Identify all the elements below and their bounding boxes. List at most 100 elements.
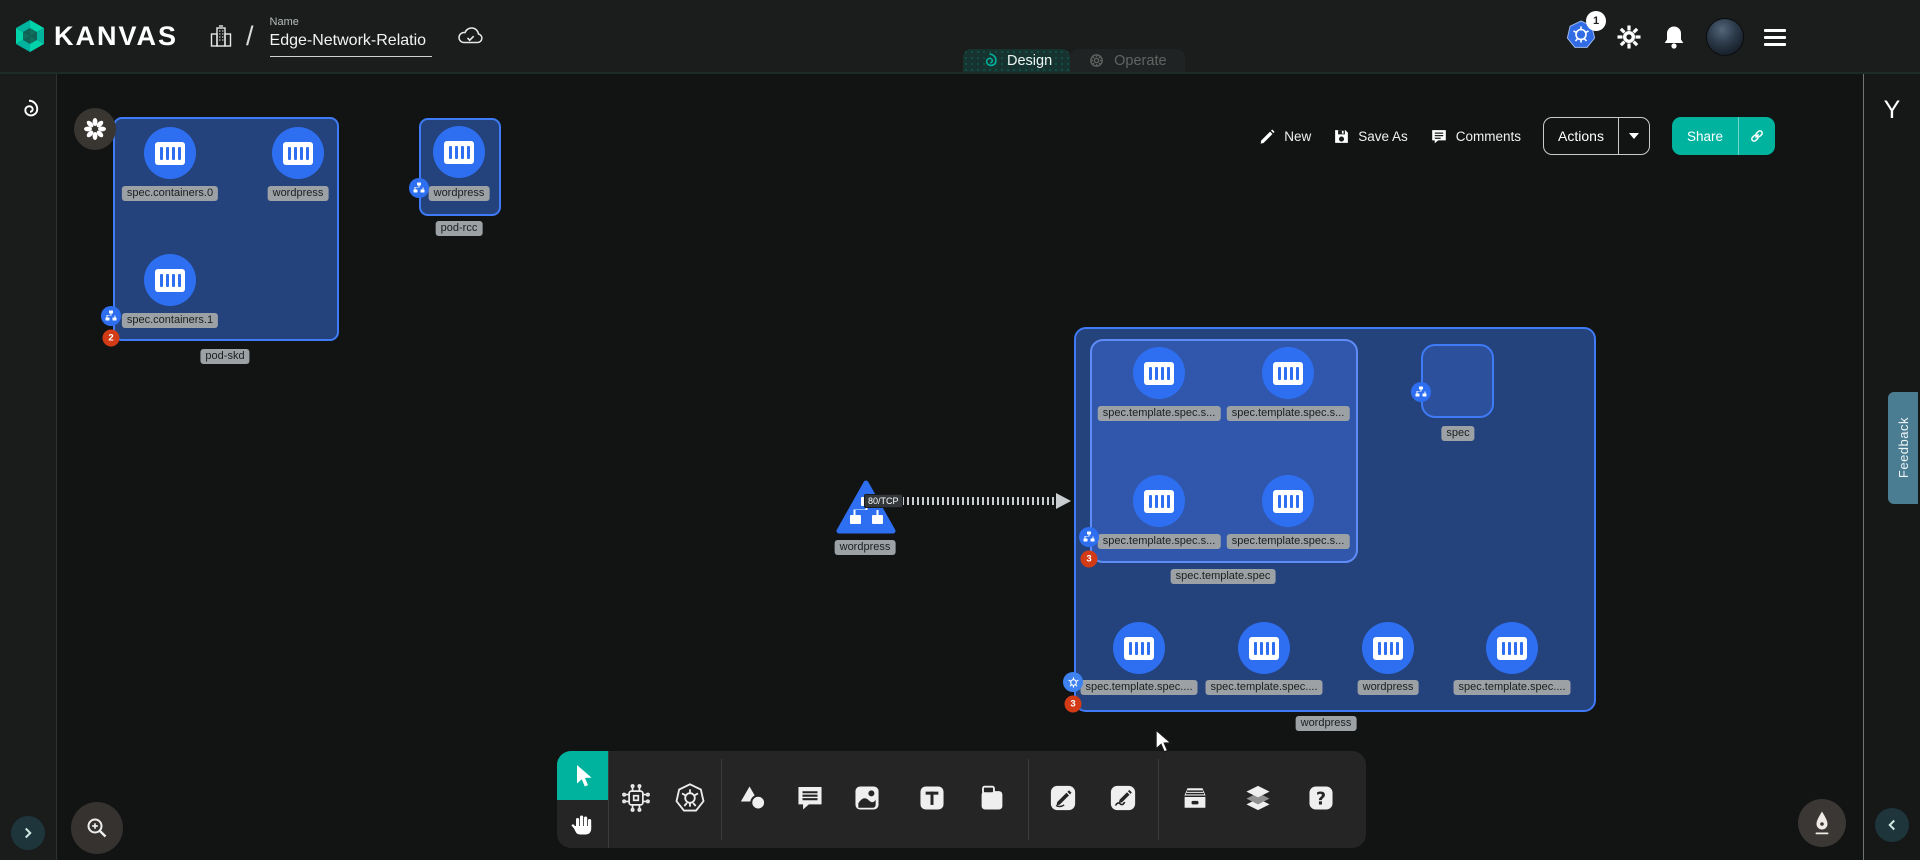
save-as-button[interactable]: Save As bbox=[1333, 128, 1408, 145]
container-icon bbox=[1497, 637, 1527, 660]
sistent-spiral-icon[interactable] bbox=[18, 98, 40, 120]
collapse-right-panel-button[interactable] bbox=[1875, 808, 1909, 842]
notifications-bell-icon[interactable] bbox=[1662, 24, 1686, 50]
service-edge[interactable] bbox=[897, 497, 1058, 505]
cloud-sync-icon bbox=[456, 25, 486, 47]
comment-tool[interactable] bbox=[790, 778, 830, 818]
container-node[interactable] bbox=[1113, 622, 1165, 674]
zoom-in-icon bbox=[84, 815, 110, 841]
container-node[interactable] bbox=[1238, 622, 1290, 674]
container-icon bbox=[1249, 637, 1279, 660]
cursor-icon bbox=[571, 763, 595, 789]
pen-tool[interactable] bbox=[1043, 778, 1083, 818]
actions-dropdown-toggle[interactable] bbox=[1618, 118, 1649, 154]
toolbar-divider bbox=[1028, 759, 1029, 840]
design-name-input[interactable] bbox=[270, 30, 432, 57]
copy-link-button[interactable] bbox=[1738, 117, 1775, 155]
container-icon bbox=[1273, 490, 1303, 513]
edge-arrowhead bbox=[1056, 493, 1071, 509]
error-count-badge[interactable]: 3 bbox=[1081, 551, 1098, 568]
container-node[interactable] bbox=[1362, 622, 1414, 674]
error-count-badge[interactable]: 2 bbox=[103, 330, 120, 347]
kanvas-logo[interactable]: KANVAS bbox=[14, 19, 178, 53]
organization-icon[interactable] bbox=[210, 24, 232, 48]
node-label: spec.template.spec.s... bbox=[1227, 406, 1350, 421]
mode-tabs: Design Operate bbox=[963, 49, 1185, 72]
actions-button[interactable]: Actions bbox=[1543, 117, 1650, 155]
tab-design-label: Design bbox=[1007, 53, 1052, 69]
select-tool[interactable] bbox=[557, 751, 608, 800]
node-label: wordpress bbox=[268, 186, 329, 201]
container-node[interactable] bbox=[1133, 475, 1185, 527]
component-browser-tool[interactable] bbox=[616, 778, 656, 818]
container-node[interactable] bbox=[144, 127, 196, 179]
kubernetes-tool[interactable] bbox=[670, 778, 710, 818]
node-label: wordpress bbox=[835, 540, 896, 555]
drawer-tool[interactable] bbox=[1175, 778, 1215, 818]
toolbar-divider bbox=[721, 759, 722, 840]
save-icon bbox=[1333, 128, 1350, 145]
tab-operate[interactable]: Operate bbox=[1070, 49, 1184, 72]
pencil-icon bbox=[1259, 128, 1276, 145]
pan-tool[interactable] bbox=[562, 804, 604, 844]
comments-label: Comments bbox=[1456, 129, 1521, 144]
group-spec-template-spec[interactable] bbox=[1090, 339, 1358, 563]
node-label: spec.containers.0 bbox=[122, 186, 218, 201]
comment-icon bbox=[795, 783, 825, 813]
node-label: spec.template.spec.... bbox=[1454, 680, 1571, 695]
group-label: pod-rcc bbox=[436, 221, 483, 236]
pen-nib-icon bbox=[1810, 810, 1834, 836]
header-actions: 1 bbox=[1566, 0, 1786, 74]
text-tool[interactable] bbox=[912, 778, 952, 818]
container-icon bbox=[1144, 362, 1174, 385]
shapes-icon bbox=[738, 783, 768, 813]
settings-gear-icon[interactable] bbox=[1616, 24, 1642, 50]
container-node[interactable] bbox=[144, 254, 196, 306]
container-node[interactable] bbox=[1262, 347, 1314, 399]
container-node[interactable] bbox=[1133, 347, 1185, 399]
container-node[interactable] bbox=[433, 126, 485, 178]
pen-path-icon bbox=[1048, 783, 1078, 813]
share-button[interactable]: Share bbox=[1672, 117, 1775, 155]
container-node[interactable] bbox=[1486, 622, 1538, 674]
node-label: spec.template.spec.s... bbox=[1098, 406, 1221, 421]
share-label: Share bbox=[1672, 117, 1738, 155]
comments-button[interactable]: Comments bbox=[1430, 128, 1521, 145]
hierarchy-badge-icon[interactable] bbox=[409, 178, 429, 198]
node-label: spec.template.spec.... bbox=[1081, 680, 1198, 695]
hierarchy-badge-icon[interactable] bbox=[1079, 527, 1099, 547]
svg-text:?: ? bbox=[1316, 789, 1326, 809]
container-icon bbox=[155, 269, 185, 292]
node-spec[interactable] bbox=[1421, 344, 1494, 418]
kubernetes-badge-icon[interactable] bbox=[1063, 672, 1083, 692]
group-label: spec.template.spec bbox=[1171, 569, 1276, 584]
tab-design[interactable]: Design bbox=[963, 49, 1070, 72]
canvas-widget-flower-button[interactable] bbox=[74, 108, 116, 150]
hierarchy-badge-icon[interactable] bbox=[101, 306, 121, 326]
image-tool[interactable] bbox=[847, 778, 887, 818]
freehand-icon bbox=[1108, 783, 1138, 813]
ink-pen-button[interactable] bbox=[1798, 799, 1846, 847]
layer5-y-logo[interactable]: Y bbox=[1864, 96, 1920, 125]
new-button[interactable]: New bbox=[1259, 128, 1311, 145]
note-tool[interactable] bbox=[972, 778, 1012, 818]
question-icon: ? bbox=[1306, 783, 1336, 813]
user-avatar[interactable] bbox=[1706, 18, 1744, 56]
zoom-button[interactable] bbox=[71, 802, 123, 854]
comment-icon bbox=[1430, 128, 1448, 145]
k8s-context-switcher[interactable]: 1 bbox=[1566, 20, 1596, 55]
expand-left-panel-button[interactable] bbox=[11, 816, 45, 850]
canvas-action-bar: New Save As Comments Actions Share bbox=[1259, 117, 1775, 155]
container-node[interactable] bbox=[272, 127, 324, 179]
node-label: spec.template.spec.... bbox=[1206, 680, 1323, 695]
hamburger-menu-icon[interactable] bbox=[1764, 29, 1786, 46]
hierarchy-badge-icon[interactable] bbox=[1411, 382, 1431, 402]
shapes-tool[interactable] bbox=[733, 778, 773, 818]
feedback-tab[interactable]: Feedback bbox=[1888, 392, 1918, 504]
error-count-badge[interactable]: 3 bbox=[1065, 696, 1082, 713]
help-tool[interactable]: ? bbox=[1301, 778, 1341, 818]
layers-tool[interactable] bbox=[1238, 778, 1278, 818]
node-label: spec.template.spec.s... bbox=[1098, 534, 1221, 549]
freehand-draw-tool[interactable] bbox=[1103, 778, 1143, 818]
container-node[interactable] bbox=[1262, 475, 1314, 527]
